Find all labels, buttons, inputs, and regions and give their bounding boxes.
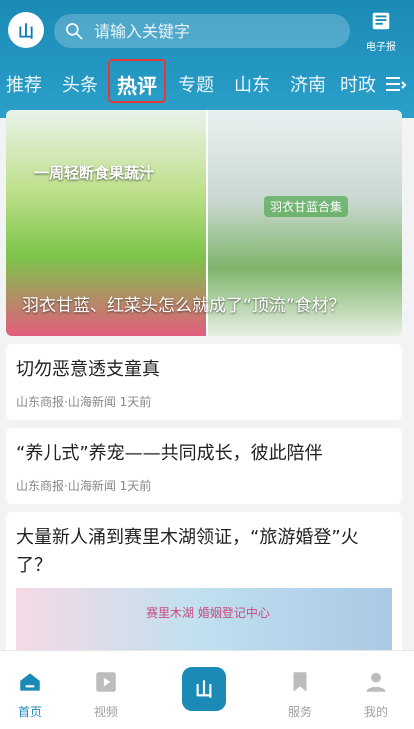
nav-label: 我的 (363, 705, 388, 719)
logo-text: 山 (17, 22, 34, 41)
nav-label: 首页 (17, 705, 42, 719)
active-tab-outline (108, 59, 166, 103)
center-logo-text: 山 (195, 680, 213, 701)
article-card[interactable]: 大量新人涌到赛里木湖领证，“旅游婚登”火了？ 赛里木湖 婚姻登记中心 (6, 512, 402, 650)
hero-overlay-left: 一周轻断食果蔬汁 (34, 164, 155, 182)
search-bar[interactable] (54, 14, 350, 48)
article-meta: 山东商报·山海新闻 1天前 (16, 395, 152, 409)
bottom-navigation: 首页 视频 山 服务 我的 (0, 650, 414, 729)
hero-caption: 羽衣甘蓝、红菜头怎么就成了“顶流”食材？ (22, 296, 346, 316)
epaper-button[interactable]: 电子报 (356, 10, 406, 53)
tab-topics[interactable]: 专题 (172, 62, 220, 106)
article-title: 大量新人涌到赛里木湖领证，“旅游婚登”火了？ (16, 527, 359, 576)
epaper-label: 电子报 (366, 42, 396, 53)
bookmark-icon (293, 672, 307, 692)
tab-jinan[interactable]: 济南 (284, 62, 332, 106)
center-app-logo[interactable]: 山 (182, 667, 226, 711)
newspaper-icon (372, 12, 390, 30)
category-tabs: 推荐 头条 热评 专题 山东 济南 时政 (0, 62, 414, 106)
nav-video[interactable]: 视频 (76, 659, 136, 719)
app-header: 山 电子报 推荐 头条 热评 专题 山东 济南 时政 (0, 0, 414, 118)
app-logo[interactable]: 山 (8, 12, 44, 48)
thumbnail-text: 赛里木湖 婚姻登记中心 (146, 606, 270, 620)
nav-services[interactable]: 服务 (270, 659, 330, 719)
user-icon (366, 672, 386, 692)
nav-profile[interactable]: 我的 (346, 659, 406, 719)
tab-headlines[interactable]: 头条 (56, 62, 104, 106)
nav-label: 视频 (93, 705, 118, 719)
tab-recommend[interactable]: 推荐 (0, 62, 48, 106)
nav-label: 服务 (287, 705, 312, 719)
search-icon (66, 23, 83, 40)
article-card[interactable]: 切勿恶意透支童真 山东商报·山海新闻 1天前 (6, 344, 402, 420)
article-thumbnail: 赛里木湖 婚姻登记中心 (16, 588, 392, 650)
article-meta: 山东商报·山海新闻 1天前 (16, 479, 152, 493)
hero-card[interactable]: 一周轻断食果蔬汁 羽衣甘蓝合集 羽衣甘蓝、红菜头怎么就成了“顶流”食材？ (6, 110, 402, 336)
home-icon (20, 673, 40, 691)
tab-politics[interactable]: 时政 (340, 62, 378, 106)
search-input[interactable] (92, 20, 350, 42)
hero-overlay-right: 羽衣甘蓝合集 (264, 196, 349, 217)
tab-shandong[interactable]: 山东 (228, 62, 276, 106)
article-card[interactable]: “养儿式”养宠——共同成长，彼此陪伴 山东商报·山海新闻 1天前 (6, 428, 402, 504)
article-title: 切勿恶意透支童真 (16, 359, 160, 380)
nav-home[interactable]: 首页 (0, 659, 60, 719)
news-feed[interactable]: 一周轻断食果蔬汁 羽衣甘蓝合集 羽衣甘蓝、红菜头怎么就成了“顶流”食材？ 切勿恶… (0, 108, 414, 650)
article-title: “养儿式”养宠——共同成长，彼此陪伴 (16, 443, 323, 464)
video-icon (96, 672, 116, 692)
tab-menu-icon[interactable] (382, 72, 408, 96)
